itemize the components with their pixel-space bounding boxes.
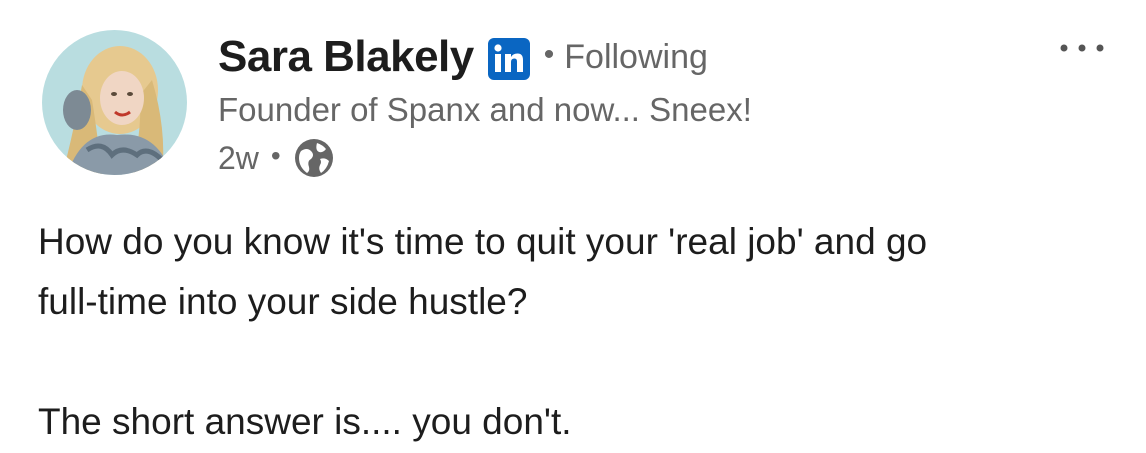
post-time: 2w: [218, 139, 259, 176]
separator-dot: •: [270, 140, 281, 171]
post-text-line: The short answer is.... you don't.: [38, 401, 572, 442]
post-text-line: full-time into your side hustle?: [38, 281, 528, 322]
author-headline: Founder of Spanx and now... Sneex!: [218, 91, 752, 128]
author-avatar[interactable]: [42, 30, 187, 175]
linkedin-icon: [487, 38, 530, 86]
globe-icon: [293, 137, 335, 179]
post-meta: 2w •: [218, 136, 752, 180]
more-horizontal-icon: [1060, 44, 1104, 52]
post-body: How do you know it's time to quit your '…: [38, 212, 1118, 452]
author-name[interactable]: Sara Blakely: [218, 32, 474, 82]
avatar-image: [42, 30, 187, 175]
more-options-button[interactable]: [1052, 28, 1112, 68]
post-text-line: How do you know it's time to quit your '…: [38, 221, 928, 262]
feed-post: Sara Blakely • Following Founder of Span…: [0, 0, 1146, 453]
post-header: Sara Blakely • Following Founder of Span…: [218, 28, 752, 180]
follow-status[interactable]: Following: [564, 38, 708, 77]
separator-dot: •: [543, 38, 555, 71]
author-row: Sara Blakely • Following: [218, 28, 752, 86]
